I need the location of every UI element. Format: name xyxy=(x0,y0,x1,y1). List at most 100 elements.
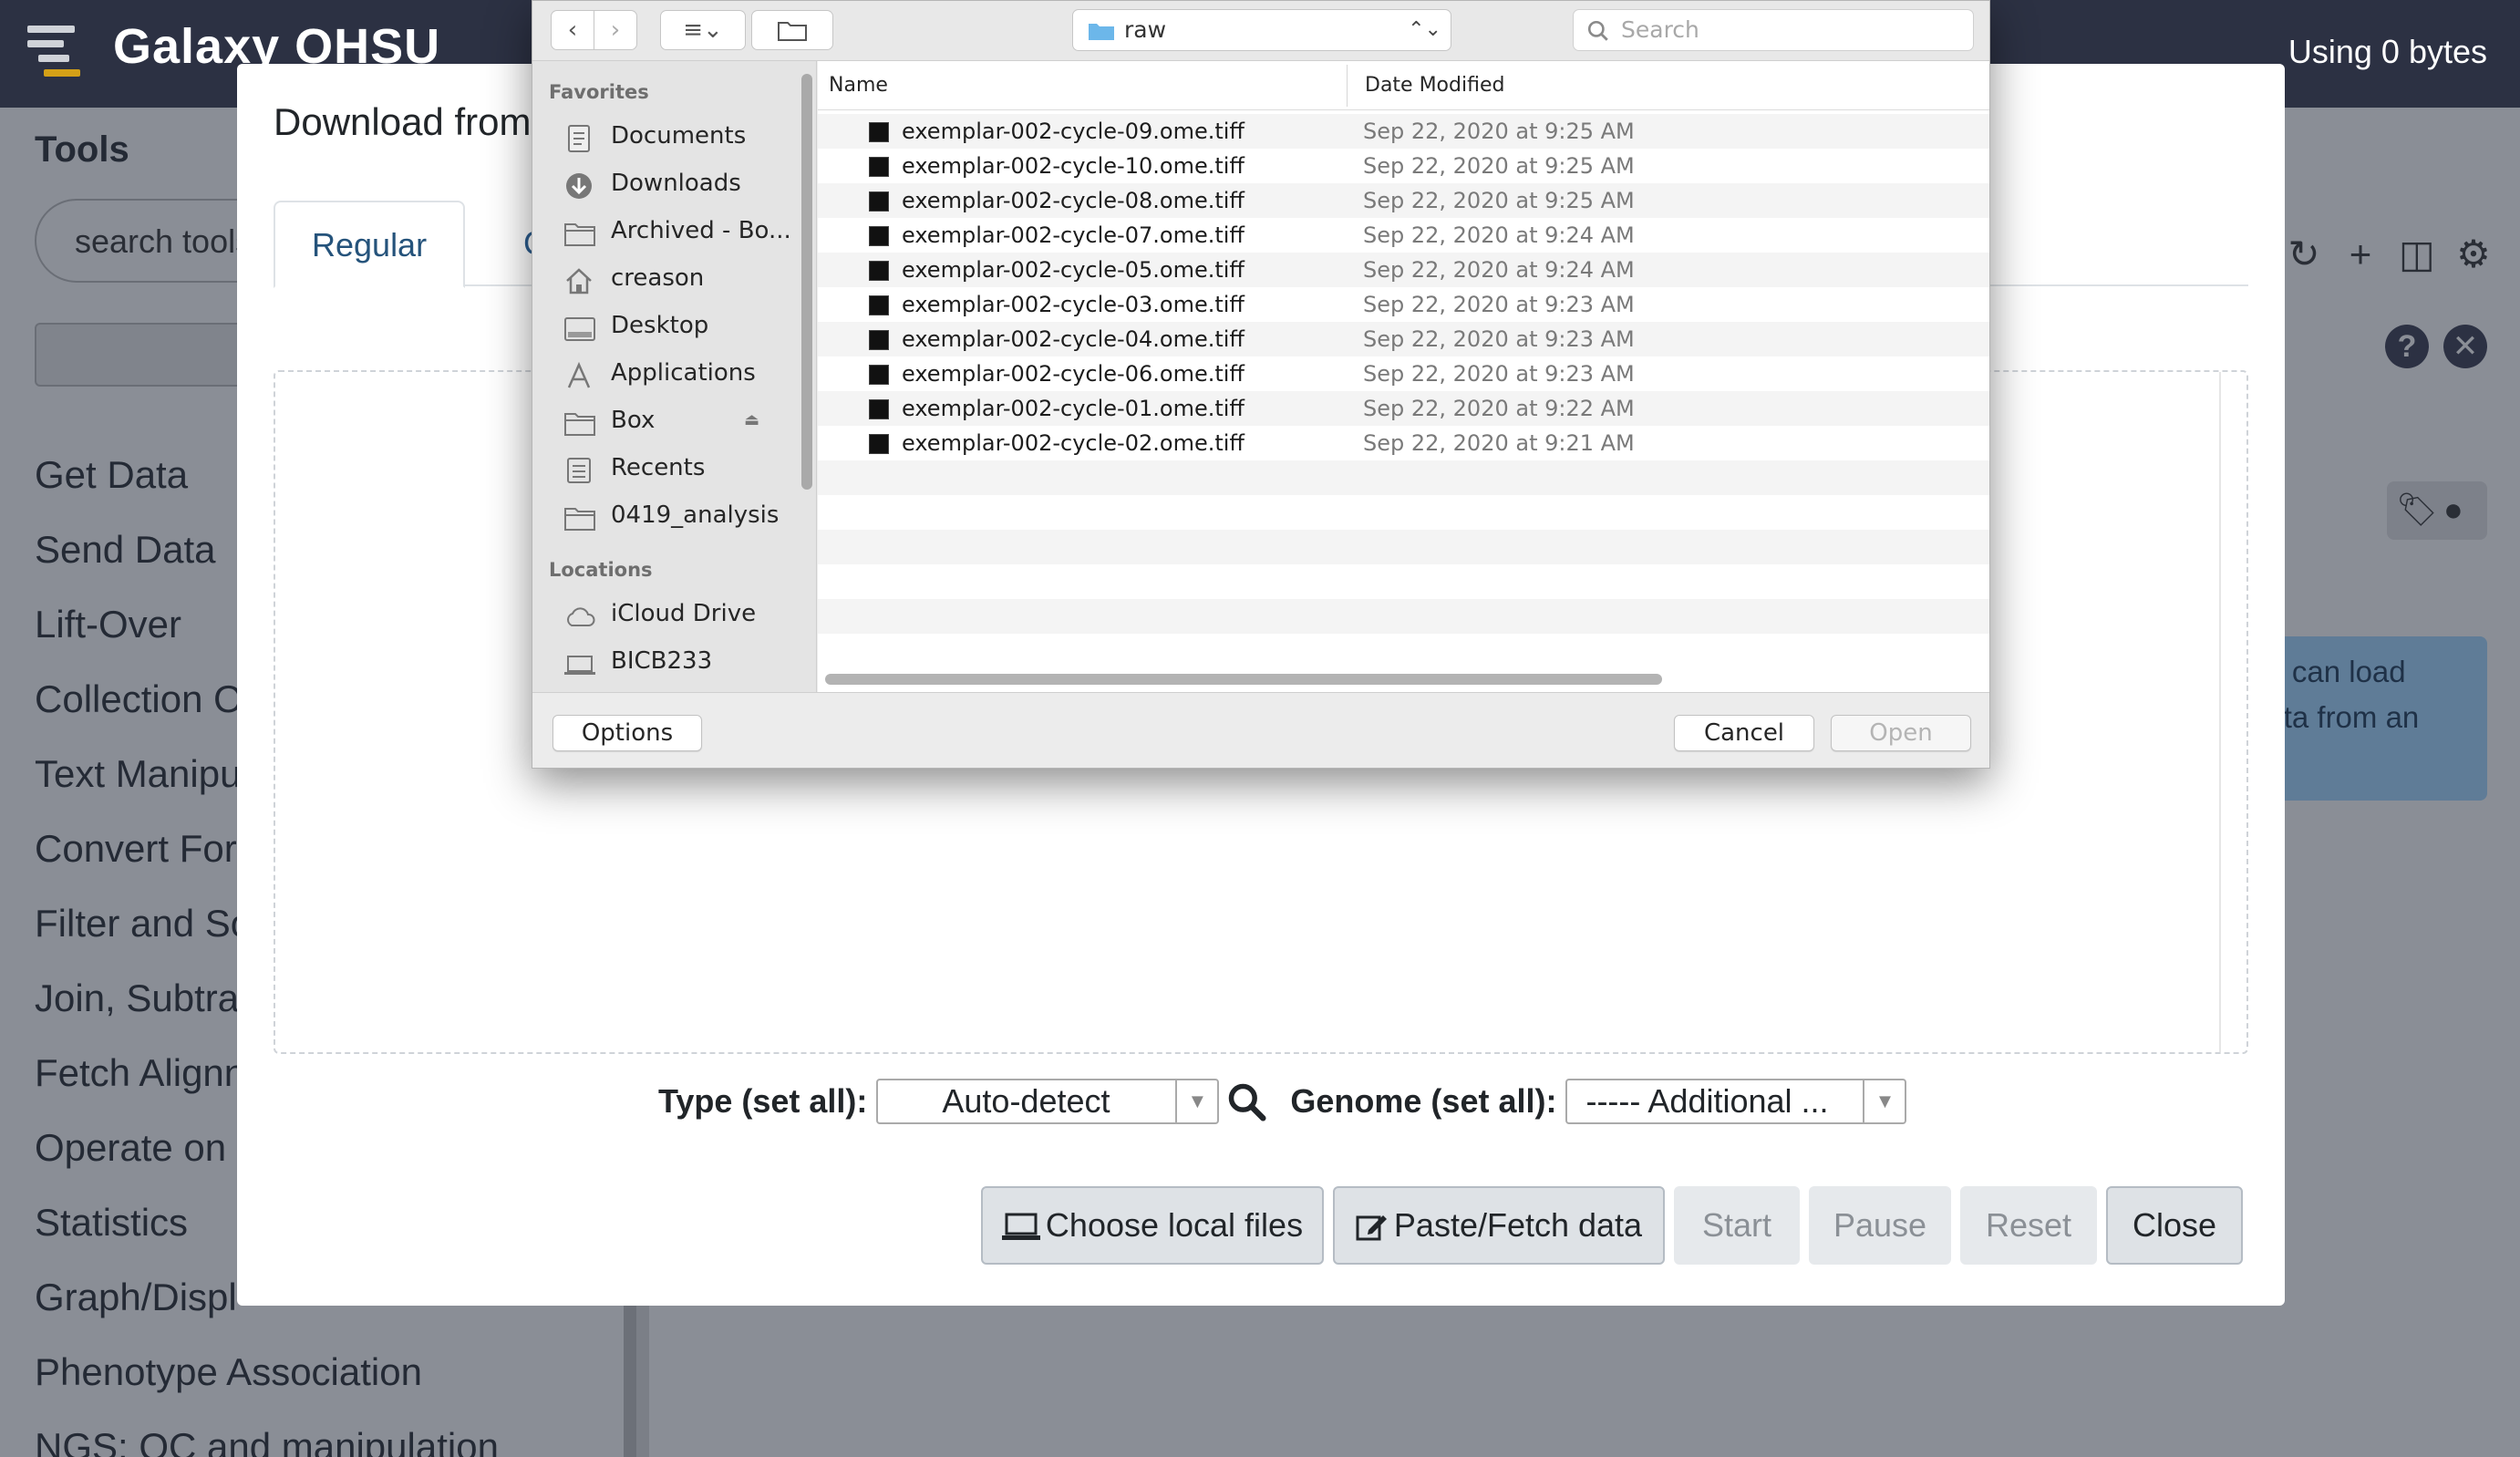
close-icon[interactable]: ✕ xyxy=(2443,325,2487,368)
file-name: exemplar-002-cycle-05.ome.tiff xyxy=(902,257,1245,283)
file-list-header: Name Date Modified xyxy=(818,61,1989,110)
file-row[interactable]: exemplar-002-cycle-02.ome.tiff Sep 22, 2… xyxy=(818,426,1989,460)
file-row[interactable]: exemplar-002-cycle-09.ome.tiff Sep 22, 2… xyxy=(818,114,1989,149)
back-button[interactable]: ‹ xyxy=(551,10,594,50)
file-date: Sep 22, 2020 at 9:23 AM xyxy=(1363,326,1635,352)
columns-icon[interactable]: ◫ xyxy=(2398,235,2436,274)
quota-meter[interactable]: Using 0 bytes xyxy=(2288,33,2487,71)
sidebar-item-desktop[interactable]: Desktop xyxy=(563,302,810,349)
empty-row xyxy=(818,634,1989,668)
empty-row xyxy=(818,460,1989,495)
file-row[interactable]: exemplar-002-cycle-07.ome.tiff Sep 22, 2… xyxy=(818,218,1989,253)
column-date-modified[interactable]: Date Modified xyxy=(1365,74,1504,97)
sidebar-item-label: BICB233 xyxy=(611,647,713,675)
search-placeholder: Search xyxy=(1621,16,1699,43)
open-button[interactable]: Open xyxy=(1831,715,1971,751)
file-date: Sep 22, 2020 at 9:25 AM xyxy=(1363,188,1635,213)
chevron-right-icon: › xyxy=(610,16,621,44)
tiff-file-icon xyxy=(869,399,889,419)
sidebar-item-bicb233[interactable]: BICB233 xyxy=(563,637,810,685)
folder-icon xyxy=(563,407,598,436)
file-date: Sep 22, 2020 at 9:24 AM xyxy=(1363,257,1635,283)
file-date: Sep 22, 2020 at 9:23 AM xyxy=(1363,292,1635,317)
history-tags[interactable]: 🏷 ● xyxy=(2387,481,2487,540)
sidebar-item-label: creason xyxy=(611,264,705,292)
sidebar-item-recents[interactable]: Recents xyxy=(563,444,810,491)
file-row[interactable]: exemplar-002-cycle-01.ome.tiff Sep 22, 2… xyxy=(818,391,1989,426)
file-row[interactable]: exemplar-002-cycle-04.ome.tiff Sep 22, 2… xyxy=(818,322,1989,356)
tiff-file-icon xyxy=(869,365,889,385)
horizontal-scrollbar[interactable] xyxy=(825,674,1662,685)
tool-section[interactable]: Phenotype Association xyxy=(35,1335,499,1410)
sidebar-item-documents[interactable]: Documents xyxy=(563,112,810,160)
reset-button[interactable]: Reset xyxy=(1960,1186,2097,1265)
paste-fetch-button[interactable]: Paste/Fetch data xyxy=(1333,1186,1665,1265)
galaxy-logo-icon[interactable] xyxy=(27,26,86,78)
laptop-icon xyxy=(1001,1213,1040,1241)
start-button[interactable]: Start xyxy=(1674,1186,1800,1265)
file-open-dialog: ‹ › ≡⌄ raw ⌃⌄ Search Favorites Documents… xyxy=(532,0,1990,769)
applications-icon xyxy=(563,359,598,388)
choose-local-files-button[interactable]: Choose local files xyxy=(981,1186,1324,1265)
sidebar-item-downloads[interactable]: Downloads xyxy=(563,160,810,207)
sidebar-item-home[interactable]: creason xyxy=(563,254,810,302)
file-date: Sep 22, 2020 at 9:21 AM xyxy=(1363,430,1635,456)
sidebar-item-label: 0419_analysis xyxy=(611,501,780,529)
tiff-file-icon xyxy=(869,295,889,315)
file-row[interactable]: exemplar-002-cycle-10.ome.tiff Sep 22, 2… xyxy=(818,149,1989,183)
options-button[interactable]: Options xyxy=(553,715,702,751)
sidebar-item-icloud[interactable]: iCloud Drive xyxy=(563,590,810,637)
sidebar-item-archived[interactable]: Archived - Bo... xyxy=(563,207,810,254)
sidebar-item-label: Downloads xyxy=(611,170,741,197)
empty-row xyxy=(818,530,1989,564)
file-row[interactable]: exemplar-002-cycle-08.ome.tiff Sep 22, 2… xyxy=(818,183,1989,218)
chevron-left-icon: ‹ xyxy=(567,16,578,44)
help-icon[interactable]: ? xyxy=(2385,325,2429,368)
sidebar-item-0419-analysis[interactable]: 0419_analysis xyxy=(563,491,810,539)
column-divider[interactable] xyxy=(1347,65,1348,107)
sidebar-item-box[interactable]: Box ⏏ xyxy=(563,397,810,444)
new-folder-button[interactable] xyxy=(751,10,833,50)
locations-heading: Locations xyxy=(549,559,653,581)
home-icon xyxy=(563,264,598,294)
dialog-search-field[interactable]: Search xyxy=(1573,9,1974,51)
sidebar-item-label: Recents xyxy=(611,454,706,481)
gear-icon[interactable]: ⚙ xyxy=(2454,235,2493,274)
close-button[interactable]: Close xyxy=(2106,1186,2243,1265)
eject-icon[interactable]: ⏏ xyxy=(744,397,759,444)
tool-section[interactable]: NGS: QC and manipulation xyxy=(35,1410,499,1457)
view-options-button[interactable]: ≡⌄ xyxy=(660,10,746,50)
tab-regular[interactable]: Regular xyxy=(274,201,466,288)
folder-path-popup[interactable]: raw ⌃⌄ xyxy=(1072,9,1451,51)
plus-icon[interactable]: + xyxy=(2341,235,2380,274)
desktop-icon xyxy=(563,312,598,341)
history-toolbar: ↻ + ◫ ⚙ xyxy=(2285,235,2493,274)
help-controls: ? ✕ xyxy=(2385,325,2487,368)
tags-icon[interactable]: 🏷 xyxy=(2396,491,2438,529)
cancel-button[interactable]: Cancel xyxy=(1674,715,1814,751)
folder-icon xyxy=(563,217,598,246)
forward-button[interactable]: › xyxy=(594,10,637,50)
dialog-bottom-bar: Options Cancel Open xyxy=(532,692,1989,768)
file-name: exemplar-002-cycle-09.ome.tiff xyxy=(902,119,1245,144)
column-name[interactable]: Name xyxy=(829,74,888,97)
genome-label: Genome (set all): xyxy=(1290,1082,1557,1120)
type-select[interactable]: Auto-detect ▼ xyxy=(876,1079,1220,1124)
sidebar-item-applications[interactable]: Applications xyxy=(563,349,810,397)
genome-select[interactable]: ----- Additional ... ▼ xyxy=(1565,1079,1907,1124)
file-name: exemplar-002-cycle-10.ome.tiff xyxy=(902,153,1245,179)
empty-row xyxy=(818,599,1989,634)
comment-icon[interactable]: ● xyxy=(2443,491,2463,529)
file-row[interactable]: exemplar-002-cycle-03.ome.tiff Sep 22, 2… xyxy=(818,287,1989,322)
file-date: Sep 22, 2020 at 9:23 AM xyxy=(1363,361,1635,387)
tiff-file-icon xyxy=(869,122,889,142)
pause-button[interactable]: Pause xyxy=(1809,1186,1951,1265)
file-name: exemplar-002-cycle-03.ome.tiff xyxy=(902,292,1245,317)
search-icon[interactable] xyxy=(1226,1081,1266,1121)
type-label: Type (set all): xyxy=(658,1082,868,1120)
sidebar-scrollbar[interactable] xyxy=(801,74,812,490)
file-row[interactable]: exemplar-002-cycle-05.ome.tiff Sep 22, 2… xyxy=(818,253,1989,287)
documents-icon xyxy=(563,122,598,152)
refresh-icon[interactable]: ↻ xyxy=(2285,235,2323,274)
file-row[interactable]: exemplar-002-cycle-06.ome.tiff Sep 22, 2… xyxy=(818,356,1989,391)
